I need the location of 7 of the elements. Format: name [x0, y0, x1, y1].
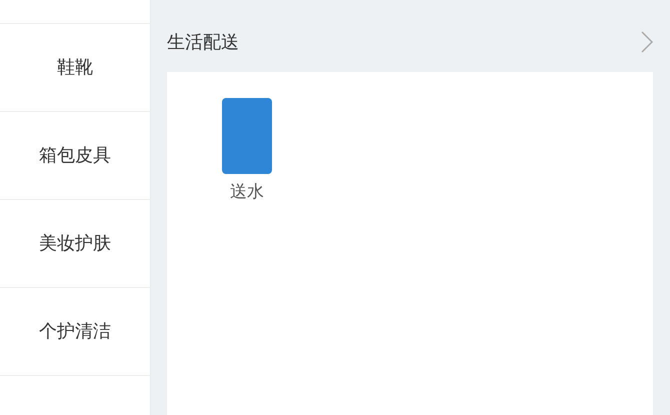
sidebar-item[interactable]: 个护清洁: [39, 318, 111, 345]
chevron-right-icon[interactable]: [641, 31, 653, 53]
sidebar-item[interactable]: 美妆护肤: [39, 230, 111, 257]
section-title: 生活配送: [167, 30, 239, 54]
sidebar-item[interactable]: 鞋靴: [57, 54, 93, 81]
item-label[interactable]: 送水: [230, 180, 264, 206]
sidebar-item[interactable]: 箱包皮具: [39, 142, 111, 169]
